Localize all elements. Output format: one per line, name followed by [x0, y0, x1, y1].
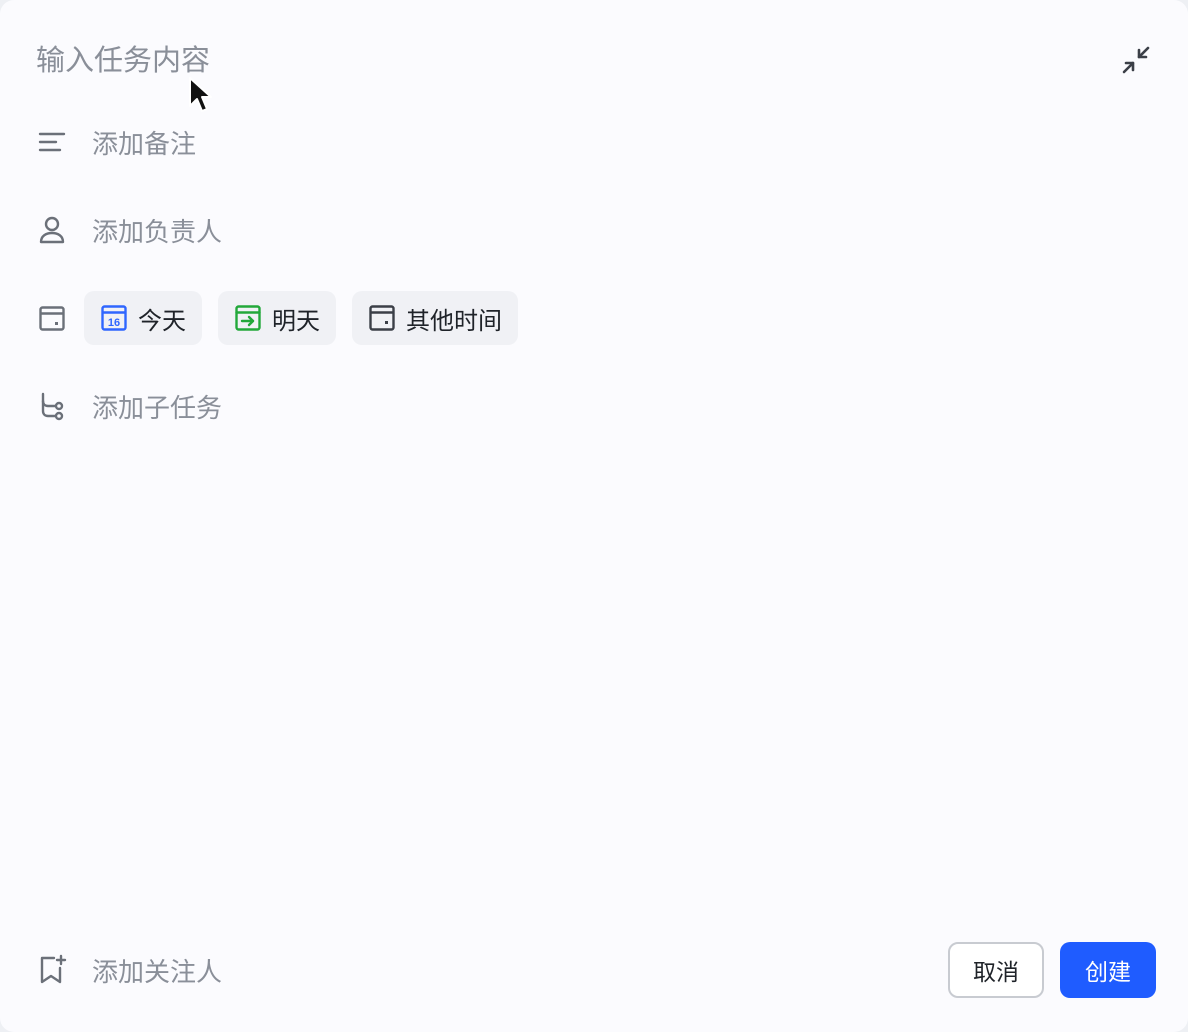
create-task-dialog: 添加备注 添加负责人 16: [0, 0, 1188, 1032]
add-follower-label: 添加关注人: [92, 957, 223, 988]
person-icon: [36, 214, 68, 246]
calendar-icon: [36, 302, 68, 334]
subtask-icon: [36, 390, 68, 422]
today-chip[interactable]: 16 今天: [84, 291, 202, 345]
collapse-button[interactable]: [1114, 38, 1158, 82]
collapse-icon: [1122, 46, 1150, 74]
other-date-chip[interactable]: 其他时间: [352, 291, 518, 345]
calendar-tomorrow-icon: [234, 304, 262, 332]
calendar-today-icon: 16: [100, 304, 128, 332]
calendar-other-icon: [368, 304, 396, 332]
add-assignee-label: 添加负责人: [92, 217, 223, 248]
add-assignee-row[interactable]: 添加负责人: [36, 206, 222, 254]
add-subtask-label: 添加子任务: [92, 393, 223, 424]
other-date-label: 其他时间: [406, 306, 502, 335]
bookmark-add-icon: [36, 954, 68, 986]
add-follower-row[interactable]: 添加关注人: [36, 946, 222, 994]
cancel-button[interactable]: 取消: [948, 942, 1044, 998]
tomorrow-label: 明天: [272, 306, 320, 335]
add-note-label: 添加备注: [92, 129, 197, 160]
due-date-row: 16 今天 明天 其他时间: [36, 291, 534, 345]
task-title-input[interactable]: [36, 36, 1076, 84]
tomorrow-chip[interactable]: 明天: [218, 291, 336, 345]
add-note-row[interactable]: 添加备注: [36, 118, 196, 166]
today-date-number: 16: [108, 317, 120, 329]
today-label: 今天: [138, 306, 186, 335]
text-lines-icon: [36, 126, 68, 158]
create-button[interactable]: 创建: [1060, 942, 1156, 998]
add-subtask-row[interactable]: 添加子任务: [36, 382, 222, 430]
